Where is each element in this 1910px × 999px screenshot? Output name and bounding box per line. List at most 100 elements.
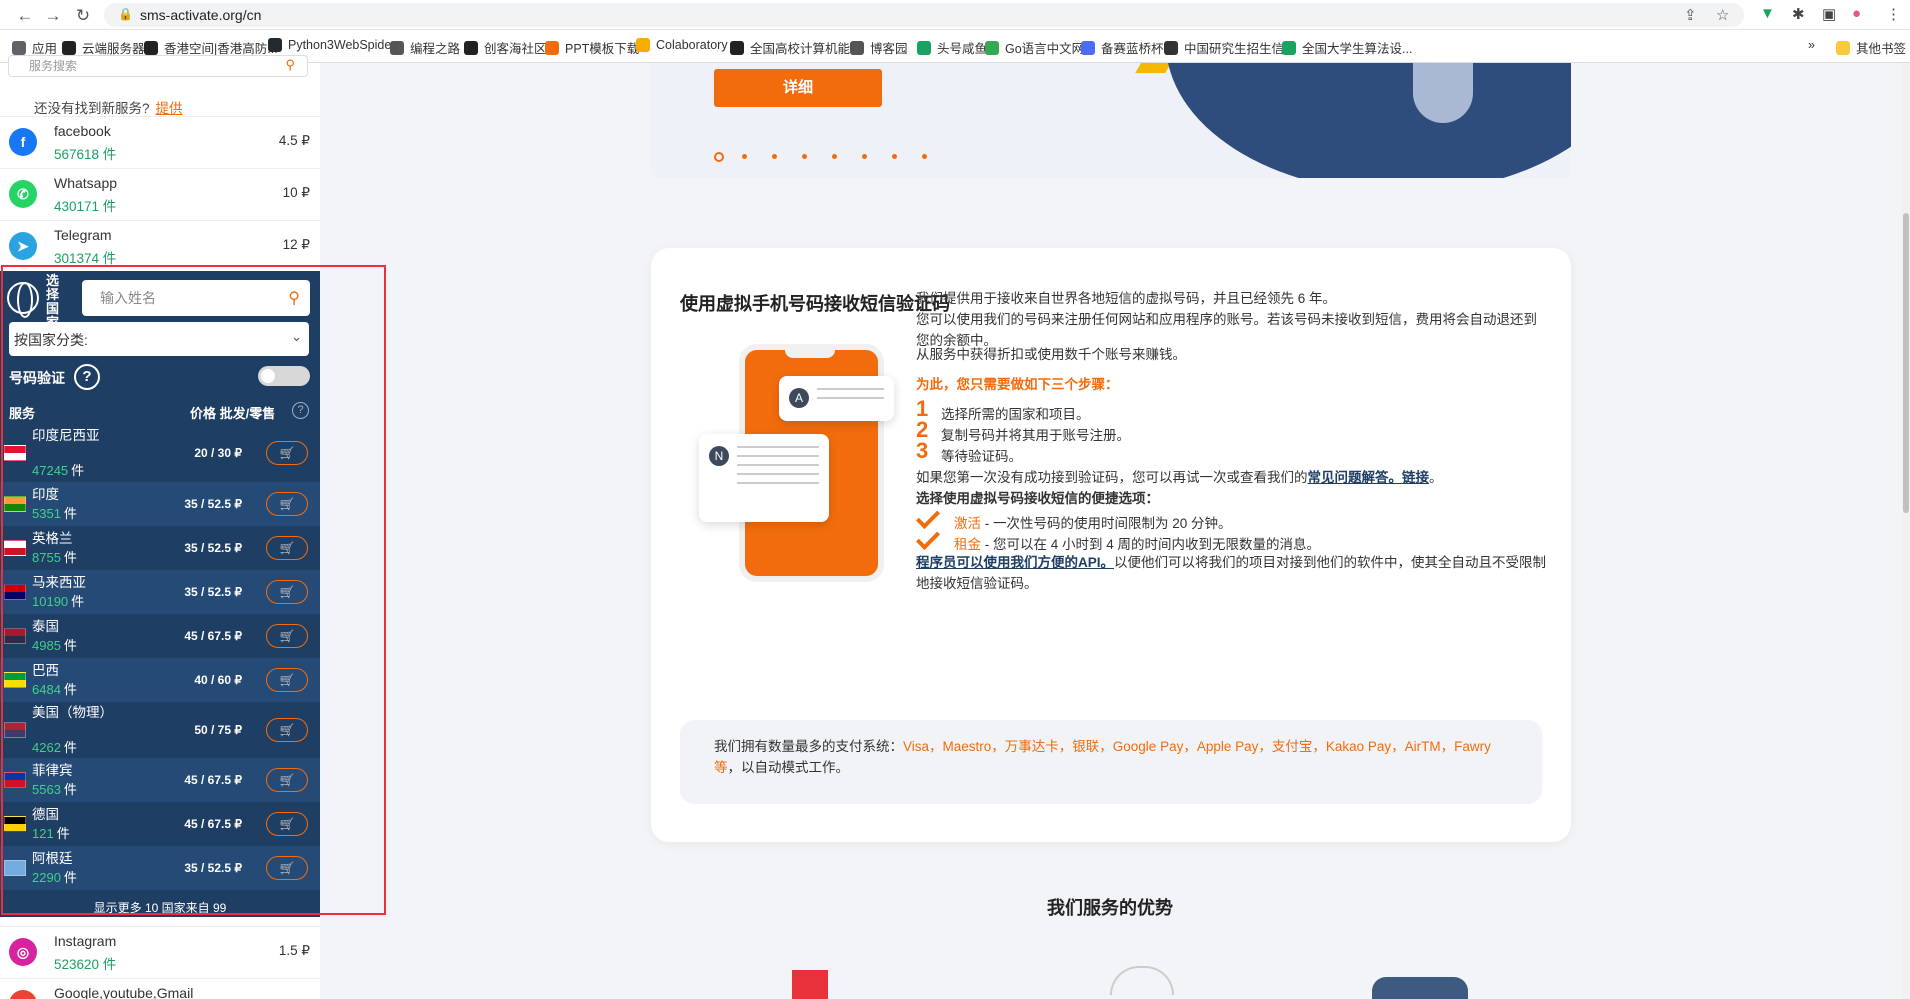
country-row[interactable]: 德国 121 件 45 / 67.5 ₽ 🛒 (0, 802, 320, 846)
faq-link[interactable]: 常见问题解答。链接 (1308, 470, 1430, 485)
back-icon[interactable]: ← (14, 5, 36, 27)
country-name-search-input[interactable] (82, 280, 310, 316)
bookmarks-overflow-icon[interactable]: » (1808, 38, 1815, 52)
address-bar[interactable]: 🔒 sms-activate.org/cn ⇪ ☆ (104, 3, 1744, 27)
bookmark-item[interactable]: 编程之路 (390, 38, 460, 57)
extensions-icon[interactable]: ✱ (1792, 5, 1805, 23)
country-row[interactable]: 印度尼西亚 47245 件 20 / 30 ₽ 🛒 (0, 424, 320, 482)
bookmark-item[interactable]: 博客园 (850, 38, 908, 57)
star-icon[interactable]: ☆ (1716, 6, 1729, 24)
show-more-countries-link[interactable]: 显示更多 10 国家来自 99 (0, 899, 320, 916)
service-price: 10 ₽ (282, 185, 310, 200)
country-category-select[interactable]: 按国家分类: ⌄ (9, 322, 309, 356)
bookmark-item[interactable]: Colaboratory (636, 38, 728, 52)
not-found-text: 还没有找到新服务? 提供 (34, 97, 183, 117)
vue-extension-icon[interactable]: ▼ (1760, 5, 1775, 22)
lock-icon: 🔒 (118, 7, 133, 21)
service-count: 523620 件 (54, 957, 117, 972)
country-row[interactable]: 菲律宾 5563 件 45 / 67.5 ₽ 🛒 (0, 758, 320, 802)
carousel-dot[interactable] (772, 154, 777, 159)
cart-button[interactable]: 🛒 (266, 624, 308, 648)
country-row[interactable]: 泰国 4985 件 45 / 67.5 ₽ 🛒 (0, 614, 320, 658)
cart-button[interactable]: 🛒 (266, 536, 308, 560)
share-icon[interactable]: ⇪ (1684, 6, 1697, 24)
bookmark-icon (12, 40, 26, 55)
help-icon[interactable]: ? (74, 364, 100, 390)
price-help-icon[interactable]: ? (292, 402, 309, 419)
detail-button[interactable]: 详细 (714, 69, 882, 107)
search-icon[interactable]: ⚲ (285, 57, 295, 73)
country-name: 印度 (32, 487, 59, 502)
country-count-value: 4985 (32, 638, 61, 653)
reload-icon[interactable]: ↻ (72, 5, 94, 27)
bookmark-label: Colaboratory (656, 38, 728, 52)
search-icon[interactable]: ⚲ (288, 288, 300, 308)
scrollbar-thumb[interactable] (1903, 213, 1909, 513)
bookmark-label: 编程之路 (410, 42, 461, 56)
sidepanel-icon[interactable]: ▣ (1822, 5, 1836, 23)
carousel-dot[interactable] (862, 154, 867, 159)
cart-icon: 🛒 (279, 446, 295, 460)
page-scrollbar[interactable] (1902, 63, 1910, 999)
carousel-dot[interactable] (832, 154, 837, 159)
country-name: 印度尼西亚 (32, 428, 100, 443)
bookmark-item[interactable]: 备赛蓝桥杯 (1081, 38, 1164, 57)
bookmark-item[interactable]: PPT模板下载 (545, 38, 639, 57)
service-item[interactable]: ◎ Instagram 523620 件 1.5 ₽ (0, 926, 320, 978)
option-name[interactable]: 租金 (954, 537, 981, 552)
cart-button[interactable]: 🛒 (266, 856, 308, 880)
suggest-service-link[interactable]: 提供 (156, 101, 183, 116)
payment-systems-text: 我们拥有数量最多的支付系统：Visa，Maestro，万事达卡，银联，Googl… (714, 736, 1514, 778)
carousel-dot[interactable] (892, 154, 897, 159)
url-text: sms-activate.org/cn (140, 7, 262, 23)
menu-icon[interactable]: ⋮ (1886, 5, 1901, 23)
country-row[interactable]: 美国（物理） 4262 件 50 / 75 ₽ 🛒 (0, 702, 320, 758)
cart-button[interactable]: 🛒 (266, 812, 308, 836)
bookmark-label: Go语言中文网 (1005, 42, 1085, 56)
carousel-dot[interactable] (922, 154, 927, 159)
country-row[interactable]: 印度 5351 件 35 / 52.5 ₽ 🛒 (0, 482, 320, 526)
cart-button[interactable]: 🛒 (266, 768, 308, 792)
api-link[interactable]: 程序员可以使用我们方便的API。 (916, 555, 1114, 570)
avatar: N (709, 446, 729, 466)
cart-button[interactable]: 🛒 (266, 492, 308, 516)
cart-button[interactable]: 🛒 (266, 441, 308, 465)
country-row[interactable]: 马来西亚 10190 件 35 / 52.5 ₽ 🛒 (0, 570, 320, 614)
cart-button[interactable]: 🛒 (266, 718, 308, 742)
cart-button[interactable]: 🛒 (266, 580, 308, 604)
bookmark-item[interactable]: 中国研究生招生信... (1164, 38, 1294, 57)
cart-button[interactable]: 🛒 (266, 668, 308, 692)
service-search-input[interactable]: 服务搜索 ⚲ (8, 55, 308, 77)
bookmark-item[interactable]: 创客海社区 (464, 38, 547, 57)
profile-avatar-icon[interactable]: ● (1852, 5, 1861, 22)
bookmark-item[interactable]: 全国大学生算法设... (1282, 38, 1412, 57)
bookmark-icon (1081, 40, 1095, 55)
bookmark-item[interactable]: Python3WebSpider (268, 38, 395, 52)
bookmark-item[interactable]: 头号咸鱼 (917, 38, 987, 57)
antenna-icon (1110, 966, 1174, 995)
number-verify-toggle[interactable] (258, 366, 310, 386)
forward-icon[interactable]: → (42, 5, 64, 27)
browser-toolbar: ← → ↻ 🔒 sms-activate.org/cn ⇪ ☆ ▼ ✱ ▣ ● … (0, 0, 1910, 30)
carousel-dot[interactable] (802, 154, 807, 159)
country-count-value: 4262 (32, 740, 61, 755)
bookmark-label: Python3WebSpider (288, 38, 396, 52)
service-item[interactable]: ✆ Whatsapp 430171 件 10 ₽ (0, 168, 320, 220)
country-row[interactable]: 巴西 6484 件 40 / 60 ₽ 🛒 (0, 658, 320, 702)
option-name[interactable]: 激活 (954, 516, 981, 531)
bookmark-item[interactable]: Go语言中文网 (985, 38, 1084, 57)
bookmark-item[interactable]: 全国高校计算机能... (730, 38, 860, 57)
country-count-value: 5563 (32, 782, 61, 797)
carousel-dot[interactable] (714, 152, 724, 162)
other-bookmarks[interactable]: 其他书签 (1836, 38, 1906, 57)
bookmark-icon (390, 40, 404, 55)
country-row[interactable]: 阿根廷 2290 件 35 / 52.5 ₽ 🛒 (0, 846, 320, 890)
service-item[interactable]: G Google,youtube,Gmail (0, 978, 320, 999)
country-row[interactable]: 英格兰 8755 件 35 / 52.5 ₽ 🛒 (0, 526, 320, 570)
country-count-unit: 件 (63, 638, 77, 653)
service-item[interactable]: ➤ Telegram 301374 件 12 ₽ (0, 220, 320, 272)
bookmark-label: 头号咸鱼 (937, 42, 988, 56)
cart-icon: 🛒 (279, 585, 295, 599)
carousel-dot[interactable] (742, 154, 747, 159)
service-item[interactable]: f facebook 567618 件 4.5 ₽ (0, 116, 320, 168)
